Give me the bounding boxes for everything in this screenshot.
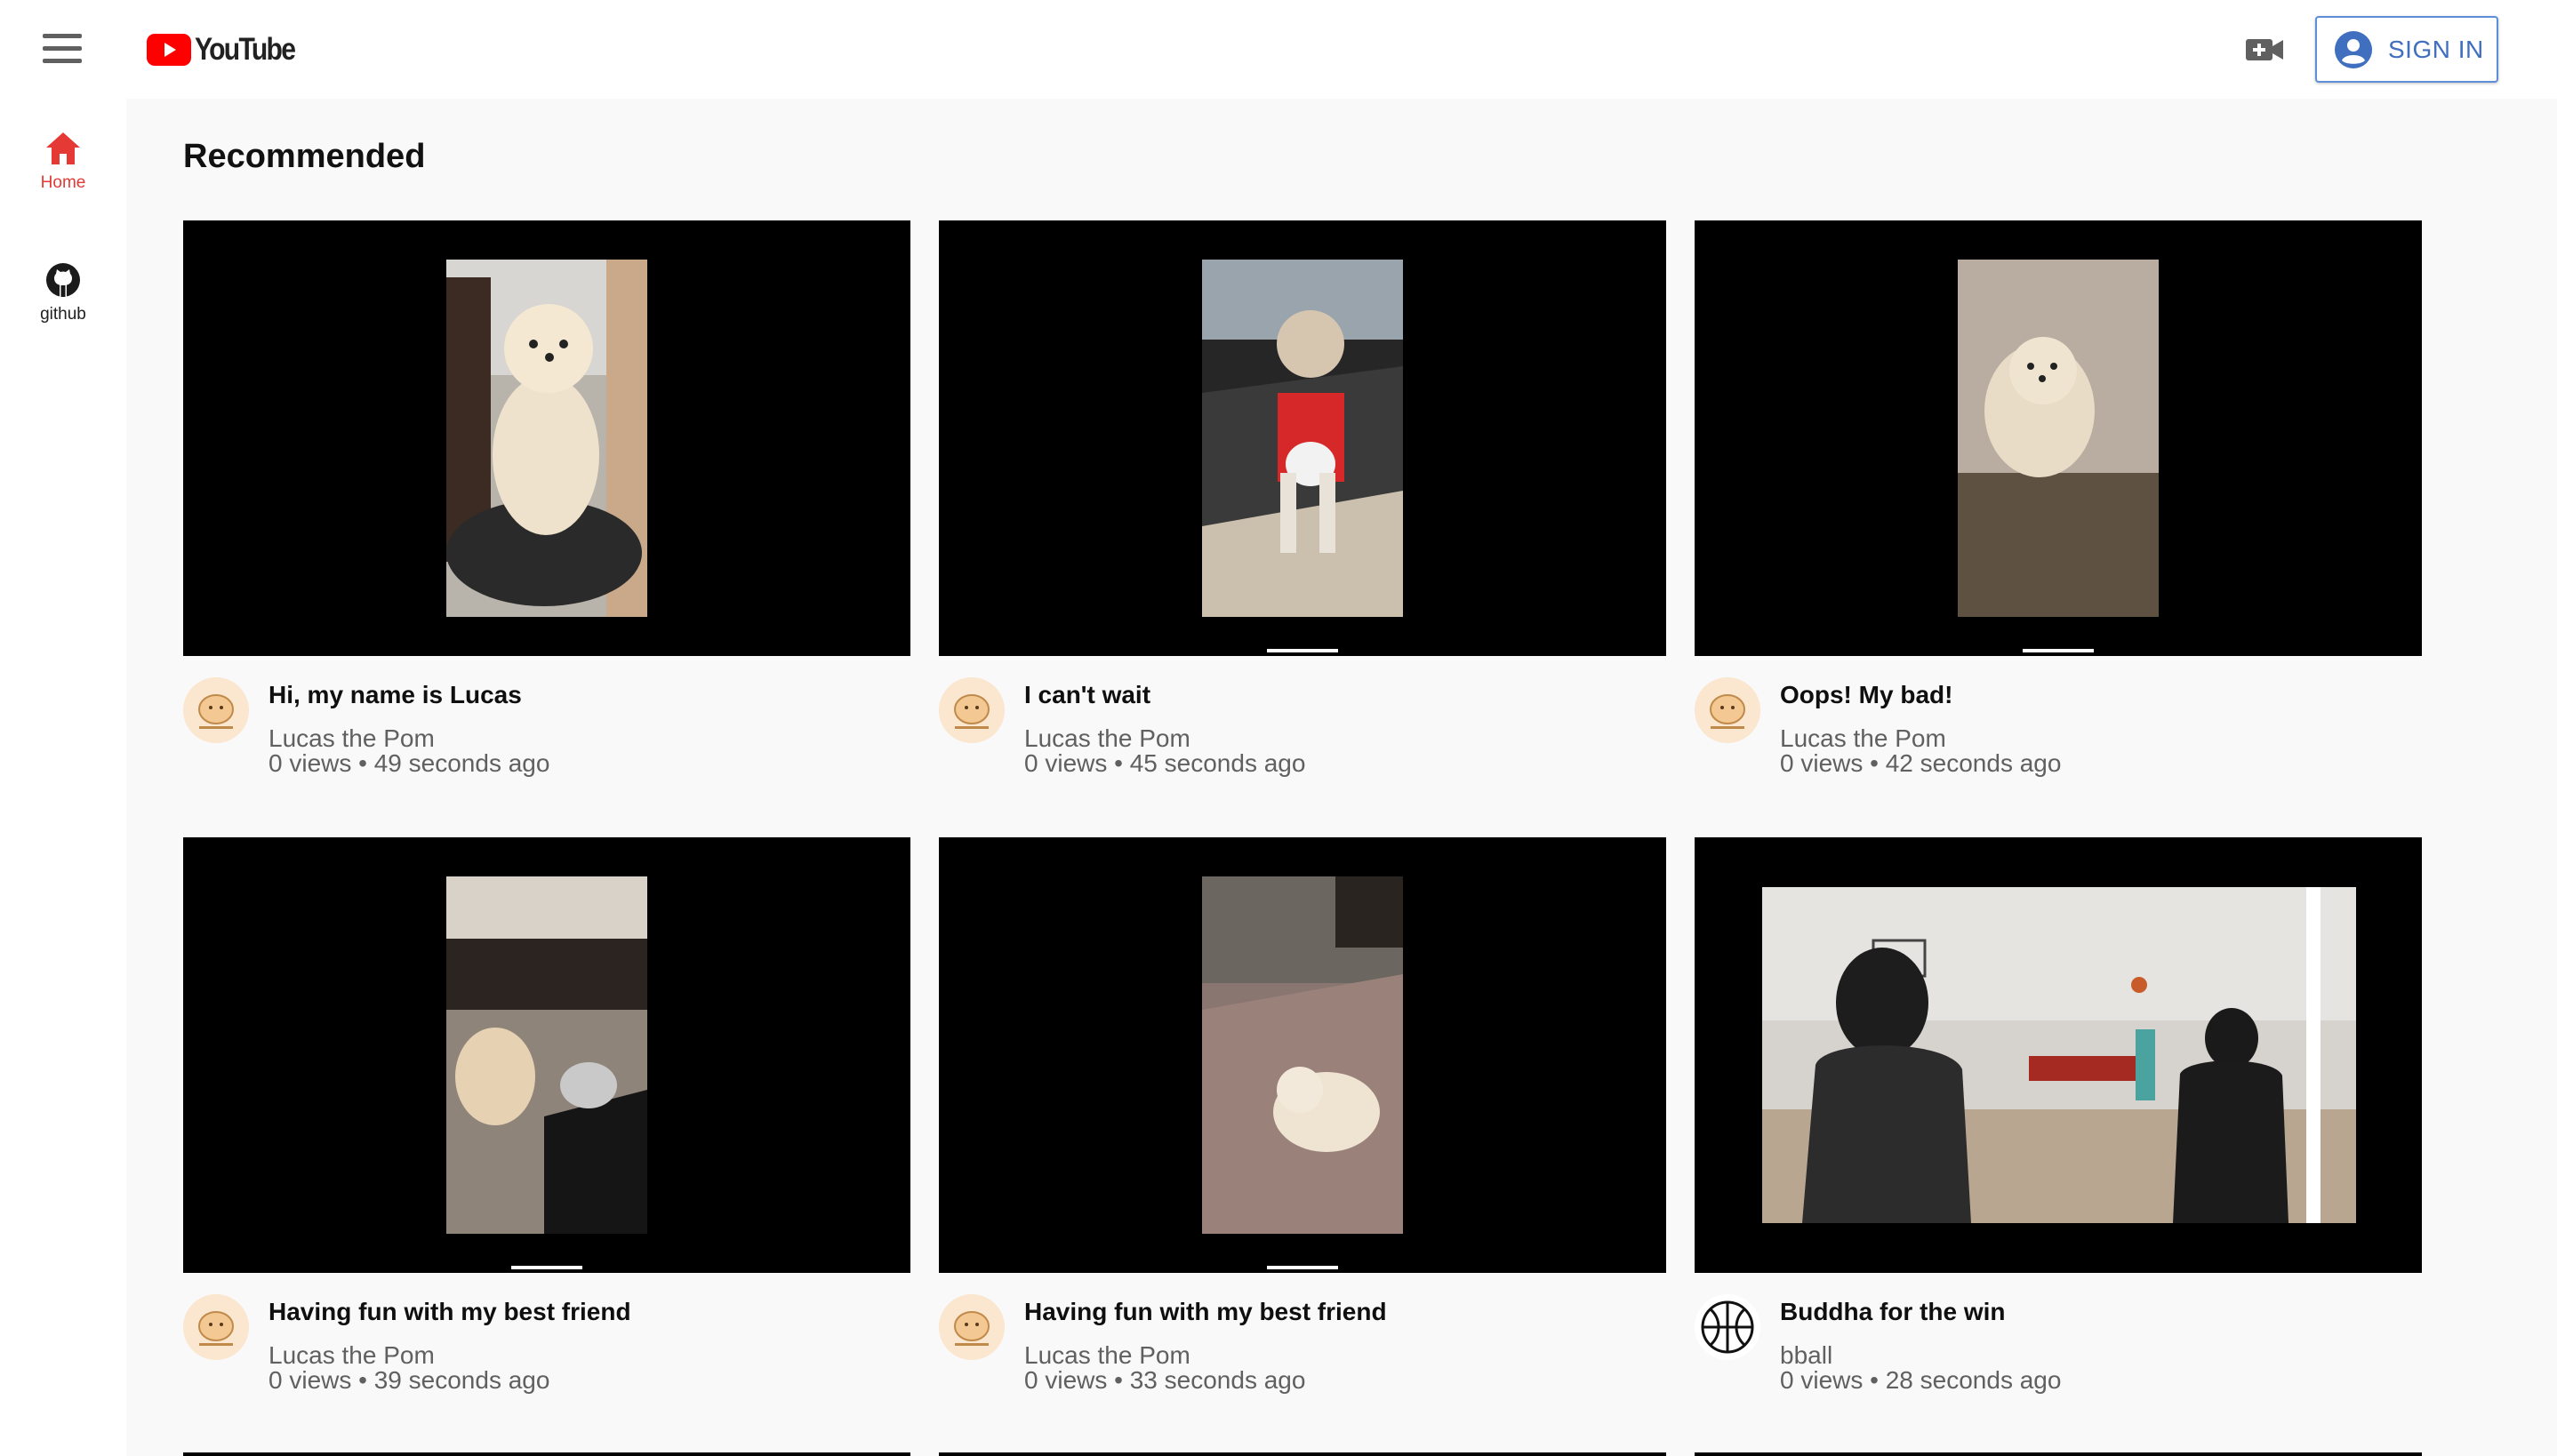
pomeranian-avatar-image — [183, 677, 249, 743]
progress-bar — [511, 1266, 582, 1269]
video-title[interactable]: Having fun with my best friend — [269, 1298, 631, 1326]
video-title[interactable]: Oops! My bad! — [1780, 681, 1952, 709]
video-thumbnail[interactable] — [939, 837, 1666, 1273]
video-title[interactable]: I can't wait — [1024, 681, 1150, 709]
sidebar-item-label: Home — [40, 173, 86, 192]
channel-avatar[interactable] — [1695, 1294, 1760, 1360]
video-card: Oops! My bad! Lucas the Pom 0 views • 42… — [1695, 220, 2422, 789]
pomeranian-avatar-image — [1695, 677, 1760, 743]
video-thumbnail[interactable] — [183, 837, 910, 1273]
video-title[interactable]: Buddha for the win — [1780, 1298, 2006, 1326]
video-thumbnail[interactable] — [1695, 837, 2422, 1273]
video-thumbnail-partial[interactable] — [183, 1452, 910, 1456]
sidebar: Home github — [0, 99, 126, 1456]
pomeranian-thumbnail-image — [1958, 260, 2159, 617]
sidebar-item-home[interactable]: Home — [0, 131, 126, 193]
video-title[interactable]: Having fun with my best friend — [1024, 1298, 1387, 1326]
video-meta: 0 views • 28 seconds ago — [1780, 1366, 2062, 1394]
video-meta: 0 views • 49 seconds ago — [269, 749, 550, 777]
github-icon — [46, 263, 80, 297]
video-thumbnail[interactable] — [939, 220, 1666, 656]
video-card: I can't wait Lucas the Pom 0 views • 45 … — [939, 220, 1666, 789]
menu-icon[interactable] — [43, 34, 82, 64]
video-thumbnail-partial[interactable] — [939, 1452, 1666, 1456]
pomeranian-thumbnail-image — [1202, 260, 1403, 617]
youtube-play-icon — [147, 34, 191, 66]
video-thumbnail[interactable] — [183, 220, 910, 656]
pomeranian-thumbnail-image — [1202, 876, 1403, 1234]
video-title[interactable]: Hi, my name is Lucas — [269, 681, 522, 709]
logo-text: YouTube — [195, 32, 296, 67]
channel-avatar[interactable] — [183, 1294, 249, 1360]
home-icon — [46, 132, 80, 164]
progress-bar — [1267, 649, 1338, 652]
youtube-logo[interactable]: YouTube — [147, 32, 311, 68]
channel-avatar[interactable] — [939, 677, 1005, 743]
account-circle-icon — [2335, 30, 2372, 68]
sign-in-label: SIGN IN — [2388, 35, 2484, 63]
section-title: Recommended — [183, 138, 426, 175]
video-meta: 0 views • 42 seconds ago — [1780, 749, 2062, 777]
sign-in-button[interactable]: SIGN IN — [2315, 16, 2498, 83]
pomeranian-avatar-image — [183, 1294, 249, 1360]
video-thumbnail[interactable] — [1695, 220, 2422, 656]
pomeranian-avatar-image — [939, 1294, 1005, 1360]
video-meta: 0 views • 45 seconds ago — [1024, 749, 1306, 777]
video-card: Hi, my name is Lucas Lucas the Pom 0 vie… — [183, 220, 910, 789]
video-card: Having fun with my best friend Lucas the… — [939, 837, 1666, 1406]
sidebar-item-github[interactable]: github — [0, 262, 126, 324]
channel-avatar[interactable] — [939, 1294, 1005, 1360]
video-thumbnail-partial[interactable] — [1695, 1452, 2422, 1456]
channel-avatar[interactable] — [183, 677, 249, 743]
pomeranian-thumbnail-image — [446, 260, 647, 617]
channel-avatar[interactable] — [1695, 677, 1760, 743]
pomeranian-avatar-image — [939, 677, 1005, 743]
top-bar: YouTube SIGN IN — [0, 0, 2557, 99]
main-content: Recommended Hi, my name is Lucas Lucas t… — [126, 99, 2557, 1456]
progress-bar — [2023, 649, 2094, 652]
create-video-icon[interactable] — [2246, 36, 2283, 64]
video-card: Having fun with my best friend Lucas the… — [183, 837, 910, 1406]
basketball-thumbnail-image — [1762, 887, 2356, 1223]
sidebar-item-label: github — [40, 305, 86, 324]
basketball-avatar-image — [1701, 1300, 1754, 1354]
video-card: Buddha for the win bball 0 views • 28 se… — [1695, 837, 2422, 1406]
pomeranian-thumbnail-image — [446, 876, 647, 1234]
progress-bar — [1267, 1266, 1338, 1269]
video-meta: 0 views • 39 seconds ago — [269, 1366, 550, 1394]
video-meta: 0 views • 33 seconds ago — [1024, 1366, 1306, 1394]
